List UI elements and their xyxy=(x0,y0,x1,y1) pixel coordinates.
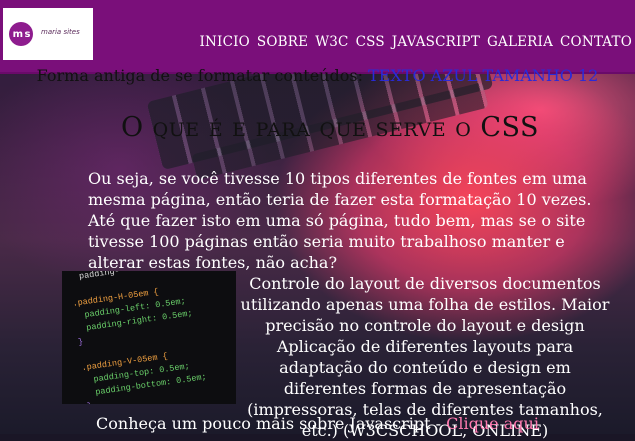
site-header: m s maria sites INICIO SOBRE W3C CSS JAV… xyxy=(0,0,635,74)
click-here-link[interactable]: Clique aqui xyxy=(446,414,539,433)
nav-inicio[interactable]: INICIO xyxy=(200,34,250,50)
legacy-prefix: Forma antiga de se formatar conteúdos: xyxy=(36,66,363,85)
page-title: O que é e para que serve o CSS xyxy=(120,112,540,143)
nav-w3c[interactable]: W3C xyxy=(315,34,348,50)
main-nav: INICIO SOBRE W3C CSS JAVASCRIPT GALERIA … xyxy=(200,34,633,50)
legacy-format-line: Forma antiga de se formatar conteúdos: T… xyxy=(0,66,635,85)
more-text: Conheça um pouco mais sobre Javascript - xyxy=(96,414,442,433)
nav-galeria[interactable]: GALERIA xyxy=(487,34,553,50)
css-code-image: padding- .padding-H-05em { padding-left:… xyxy=(62,271,236,404)
nav-css[interactable]: CSS xyxy=(356,34,385,50)
javascript-more-line: Conheça um pouco mais sobre Javascript -… xyxy=(0,414,635,433)
nav-sobre[interactable]: SOBRE xyxy=(257,34,308,50)
intro-paragraph: Ou seja, se você tivesse 10 tipos difere… xyxy=(88,169,592,272)
logo-mark-icon: m s xyxy=(9,22,33,46)
nav-contato[interactable]: CONTATO xyxy=(560,34,632,50)
nav-javascript[interactable]: JAVASCRIPT xyxy=(392,34,480,50)
legacy-highlight: TEXTO AZUL TAMANHO 12 xyxy=(368,66,599,85)
code-snippet: padding- .padding-H-05em { padding-left:… xyxy=(68,271,208,404)
logo[interactable]: m s maria sites xyxy=(3,8,93,60)
logo-text: maria sites xyxy=(41,28,80,36)
